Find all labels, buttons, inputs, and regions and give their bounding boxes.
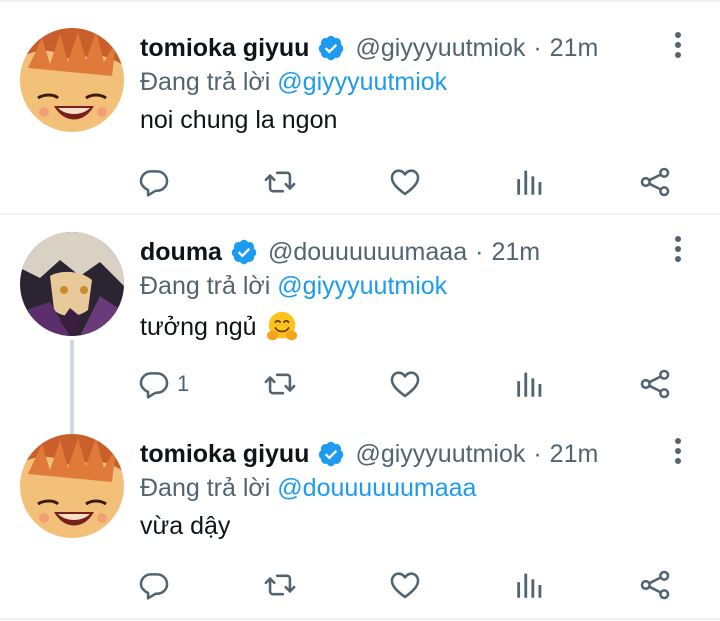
tweet-divider: [0, 213, 720, 215]
mention-link[interactable]: @giyyyuutmiok: [277, 68, 447, 96]
tweet-actions: [0, 565, 720, 605]
retweet-icon: [263, 568, 297, 602]
avatar[interactable]: [20, 232, 124, 336]
smiling-anime-avatar-image: [20, 28, 124, 132]
tweet-text-content: tưởng ngủ: [140, 312, 257, 341]
like-icon: [388, 165, 422, 199]
top-divider: [0, 0, 720, 2]
retweet-icon: [263, 165, 297, 199]
tweet-header: douma @douuuuuumaaa · 21m: [140, 232, 540, 272]
replying-to-label: Đang trả lời: [140, 272, 271, 300]
analytics-button[interactable]: [513, 364, 547, 404]
separator-dot: ·: [533, 439, 542, 468]
retweet-icon: [263, 367, 297, 401]
share-button[interactable]: [638, 565, 672, 605]
timestamp[interactable]: 21m: [550, 440, 599, 469]
tweet-text: tưởng ngủ: [140, 310, 299, 344]
like-icon: [388, 367, 422, 401]
analytics-icon: [513, 165, 547, 199]
share-icon: [638, 165, 672, 199]
display-name[interactable]: tomioka giyuu: [140, 440, 309, 469]
tweet-text: noi chung la ngon: [140, 106, 337, 135]
like-button[interactable]: [388, 565, 422, 605]
like-icon: [388, 568, 422, 602]
analytics-button[interactable]: [513, 162, 547, 202]
user-handle[interactable]: @douuuuuumaaa: [268, 238, 467, 267]
avatar[interactable]: [20, 28, 124, 132]
timestamp[interactable]: 21m: [491, 238, 540, 267]
user-handle[interactable]: @giyyyuutmiok: [355, 34, 525, 63]
analytics-button[interactable]: [513, 565, 547, 605]
verified-badge-icon: [230, 238, 258, 266]
tweet-text-content: vừa dậy: [140, 512, 231, 540]
timestamp[interactable]: 21m: [550, 34, 599, 63]
reply-icon: [137, 568, 171, 602]
tweet-divider: [0, 618, 720, 620]
avatar[interactable]: [20, 434, 124, 538]
separator-dot: ·: [475, 237, 484, 266]
share-button[interactable]: [638, 162, 672, 202]
mention-link[interactable]: @giyyyuutmiok: [277, 272, 447, 300]
tweet-actions: [0, 162, 720, 202]
replying-to: Đang trả lời @douuuuuumaaa: [140, 474, 476, 503]
reply-icon: [137, 367, 171, 401]
replying-to: Đang trả lời @giyyyuutmiok: [140, 68, 447, 97]
like-button[interactable]: [388, 162, 422, 202]
reply-button[interactable]: 1: [137, 364, 189, 404]
more-options-icon[interactable]: [672, 32, 684, 60]
tweet-header: tomioka giyuu @giyyyuutmiok · 21m: [140, 28, 598, 68]
tweet-text-content: noi chung la ngon: [140, 106, 338, 134]
verified-badge-icon: [317, 440, 345, 468]
display-name[interactable]: tomioka giyuu: [140, 34, 309, 63]
retweet-button[interactable]: [263, 565, 297, 605]
analytics-icon: [513, 568, 547, 602]
tweet-header: tomioka giyuu @giyyyuutmiok · 21m: [140, 434, 598, 474]
share-icon: [638, 568, 672, 602]
retweet-button[interactable]: [263, 364, 297, 404]
tweet-actions: 1: [0, 364, 720, 404]
share-button[interactable]: [638, 364, 672, 404]
display-name[interactable]: douma: [140, 238, 222, 267]
smiling-anime-avatar-image: [20, 434, 124, 538]
reply-button[interactable]: [137, 162, 177, 202]
mention-link[interactable]: @douuuuuumaaa: [277, 474, 476, 502]
share-icon: [638, 367, 672, 401]
hugging-face-emoji-icon: [265, 310, 299, 344]
tweet[interactable]: tomioka giyuu @giyyyuutmiok · 21m Đang t…: [0, 28, 720, 213]
more-options-icon[interactable]: [672, 438, 684, 466]
like-button[interactable]: [388, 364, 422, 404]
tweet[interactable]: tomioka giyuu @giyyyuutmiok · 21m Đang t…: [0, 434, 720, 614]
analytics-icon: [513, 367, 547, 401]
tweet[interactable]: douma @douuuuuumaaa · 21m Đang trả lời @…: [0, 232, 720, 440]
dark-anime-avatar-image: [20, 232, 124, 336]
retweet-button[interactable]: [263, 162, 297, 202]
more-options-icon[interactable]: [672, 236, 684, 264]
separator-dot: ·: [533, 33, 542, 62]
reply-icon: [137, 165, 171, 199]
tweet-text: vừa dậy: [140, 512, 230, 541]
replying-to-label: Đang trả lời: [140, 68, 271, 96]
verified-badge-icon: [317, 34, 345, 62]
replying-to-label: Đang trả lời: [140, 474, 271, 502]
user-handle[interactable]: @giyyyuutmiok: [355, 440, 525, 469]
reply-button[interactable]: [137, 565, 177, 605]
reply-count: 1: [177, 371, 190, 396]
replying-to: Đang trả lời @giyyyuutmiok: [140, 272, 447, 301]
